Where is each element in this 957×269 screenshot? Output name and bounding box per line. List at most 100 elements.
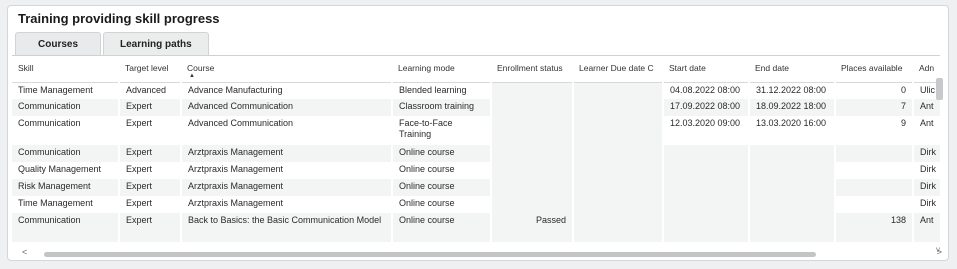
cell-target-level: Expert (119, 99, 182, 116)
column-header-enrollment-status[interactable]: Enrollment status (491, 56, 573, 83)
cell-learner-due-date (573, 179, 664, 196)
cell-skill: Quality Management (12, 162, 120, 179)
tab-courses[interactable]: Courses (15, 32, 102, 55)
cell-end-date: 31.12.2022 08:00 (749, 82, 836, 99)
column-header-learner-due-date[interactable]: Learner Due date C (573, 56, 663, 83)
table-header-row: Skill Target level Course ▲ Learning mode… (12, 56, 940, 83)
cell-learner-due-date (573, 145, 664, 162)
cell-learner-due-date (573, 82, 664, 99)
cell-course: Advanced Communication (181, 99, 393, 116)
cell-target-level: Expert (119, 213, 182, 242)
cell-learning-mode: Classroom training (392, 99, 492, 116)
cell-learner-due-date (573, 196, 664, 213)
cell-skill: Time Management (12, 196, 120, 213)
column-header-end-date[interactable]: End date (749, 56, 835, 83)
cell-learner-due-date (573, 162, 664, 179)
panel-title: Training providing skill progress (18, 11, 220, 26)
table-row[interactable]: Time Management Advanced Advance Manufac… (12, 82, 940, 99)
cell-course: Arztpraxis Management (181, 145, 393, 162)
cell-course: Advanced Communication (181, 116, 393, 145)
vertical-scrollbar[interactable]: v (935, 78, 944, 254)
cell-learning-mode: Online course (392, 145, 492, 162)
cell-learning-mode: Online course (392, 213, 492, 242)
cell-start-date: 17.09.2022 08:00 (663, 99, 750, 116)
cell-start-date: 04.08.2022 08:00 (663, 82, 750, 99)
cell-start-date (663, 196, 750, 213)
tab-learning-paths[interactable]: Learning paths (103, 32, 209, 55)
cell-enrollment-status: Passed (491, 213, 574, 242)
cell-end-date (749, 179, 836, 196)
cell-skill: Communication (12, 145, 120, 162)
cell-start-date (663, 145, 750, 162)
scroll-left-arrow-icon[interactable]: < (22, 247, 27, 257)
cell-learning-mode: Online course (392, 196, 492, 213)
cell-target-level: Expert (119, 196, 182, 213)
column-header-course-label: Course (187, 63, 215, 73)
cell-learning-mode: Blended learning (392, 82, 492, 99)
table-row[interactable]: Quality Management Expert Arztpraxis Man… (12, 162, 940, 179)
cell-end-date: 18.09.2022 18:00 (749, 99, 836, 116)
cell-places-available (835, 145, 914, 162)
courses-table: Skill Target level Course ▲ Learning mode… (12, 56, 940, 242)
table-row[interactable]: Communication Expert Arztpraxis Manageme… (12, 145, 940, 162)
cell-course: Arztpraxis Management (181, 179, 393, 196)
cell-course: Back to Basics: the Basic Communication … (181, 213, 393, 242)
skill-progress-panel: Training providing skill progress Course… (7, 5, 949, 261)
cell-target-level: Expert (119, 162, 182, 179)
cell-end-date (749, 196, 836, 213)
cell-enrollment-status (491, 196, 574, 213)
table-row[interactable]: Communication Expert Back to Basics: the… (12, 213, 940, 242)
scroll-right-arrow-icon[interactable]: > (937, 247, 942, 257)
cell-skill: Communication (12, 116, 120, 145)
sort-ascending-icon: ▲ (189, 73, 195, 79)
cell-learner-due-date (573, 99, 664, 116)
table-row[interactable]: Time Management Expert Arztpraxis Manage… (12, 196, 940, 213)
cell-places-available: 9 (835, 116, 914, 145)
cell-end-date: 13.03.2020 16:00 (749, 116, 836, 145)
column-header-course[interactable]: Course ▲ (181, 56, 392, 83)
cell-end-date (749, 145, 836, 162)
cell-skill: Communication (12, 99, 120, 116)
column-header-learning-mode[interactable]: Learning mode (392, 56, 491, 83)
cell-places-available: 7 (835, 99, 914, 116)
cell-skill: Communication (12, 213, 120, 242)
cell-target-level: Advanced (119, 82, 182, 99)
cell-course: Arztpraxis Management (181, 162, 393, 179)
column-header-places-available[interactable]: Places available (835, 56, 913, 83)
horizontal-scroll-thumb[interactable] (44, 252, 816, 257)
vertical-scroll-thumb[interactable] (936, 78, 943, 100)
cell-skill: Time Management (12, 82, 120, 99)
cell-enrollment-status (491, 116, 574, 145)
table-row[interactable]: Communication Expert Advanced Communicat… (12, 116, 940, 145)
courses-grid: Skill Target level Course ▲ Learning mode… (12, 55, 940, 253)
cell-places-available (835, 196, 914, 213)
horizontal-scrollbar[interactable]: < > (22, 247, 942, 259)
cell-places-available (835, 162, 914, 179)
column-header-target-level[interactable]: Target level (119, 56, 181, 83)
cell-end-date (749, 162, 836, 179)
cell-start-date: 12.03.2020 09:00 (663, 116, 750, 145)
cell-skill: Risk Management (12, 179, 120, 196)
table-row[interactable]: Risk Management Expert Arztpraxis Manage… (12, 179, 940, 196)
cell-enrollment-status (491, 145, 574, 162)
cell-places-available (835, 179, 914, 196)
cell-course: Advance Manufacturing (181, 82, 393, 99)
cell-end-date (749, 213, 836, 242)
cell-target-level: Expert (119, 145, 182, 162)
cell-learner-due-date (573, 213, 664, 242)
column-header-start-date[interactable]: Start date (663, 56, 749, 83)
cell-places-available: 0 (835, 82, 914, 99)
cell-learning-mode: Online course (392, 179, 492, 196)
cell-target-level: Expert (119, 116, 182, 145)
cell-enrollment-status (491, 99, 574, 116)
cell-learner-due-date (573, 116, 664, 145)
cell-learning-mode: Face-to-Face Training (392, 116, 492, 145)
column-header-skill[interactable]: Skill (12, 56, 119, 83)
cell-enrollment-status (491, 82, 574, 99)
table-row[interactable]: Communication Expert Advanced Communicat… (12, 99, 940, 116)
cell-target-level: Expert (119, 179, 182, 196)
cell-start-date (663, 162, 750, 179)
cell-course: Arztpraxis Management (181, 196, 393, 213)
cell-learning-mode: Online course (392, 162, 492, 179)
cell-enrollment-status (491, 179, 574, 196)
